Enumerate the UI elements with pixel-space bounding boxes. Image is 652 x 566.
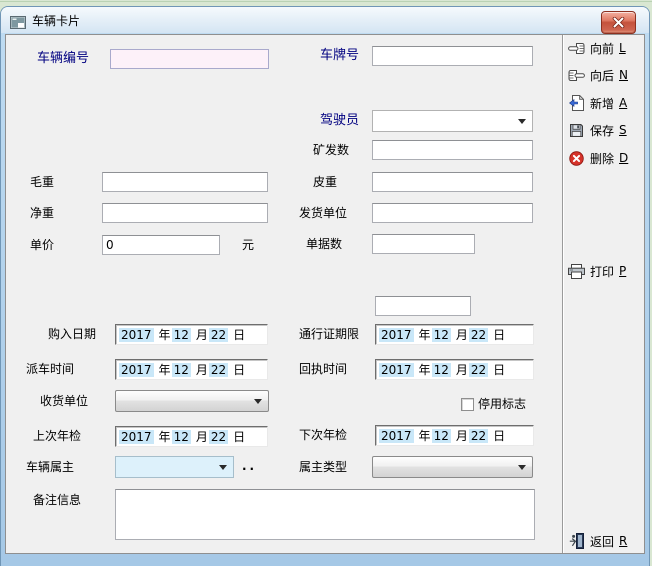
vehicle-owner-label: 车辆属主 [26,460,74,474]
backward-button-label: 向后 [590,67,614,84]
close-x-icon [611,17,626,28]
hand-point-right-icon [568,67,585,83]
last-inspection-label: 上次年检 [33,429,81,443]
forward-button[interactable]: 向前 L [568,37,648,59]
printer-icon [568,263,585,279]
receiving-unit-combobox[interactable] [115,390,269,412]
backward-button-shortcut: N [619,68,628,82]
vehicle-card-window: 车辆卡片 车辆编号 车牌号 驾驶员 矿发数 毛重 皮重 净重 发货单位 [0,6,650,566]
print-button[interactable]: 打印 P [568,260,648,282]
delete-button-shortcut: D [619,151,628,165]
hand-point-left-icon [568,40,585,56]
unit-price-label: 单价 [30,238,54,252]
return-button[interactable]: 返回 R [568,530,648,552]
dispatch-time-label: 派车时间 [26,362,74,376]
forward-button-label: 向前 [590,40,614,57]
plate-no-input[interactable] [372,46,533,66]
chevron-down-icon [518,465,526,470]
backward-button[interactable]: 向后 N [568,64,648,86]
vehicle-owner-combobox[interactable] [115,456,234,478]
doc-count-label: 单据数 [306,237,342,251]
vehicle-id-label: 车辆编号 [37,52,89,66]
form-icon [10,14,26,27]
receipt-time-label: 回执时间 [299,362,347,376]
add-new-button-shortcut: A [619,96,627,110]
vehicle-id-input[interactable] [110,49,269,69]
add-new-button[interactable]: 新增 A [568,92,648,114]
return-button-shortcut: R [619,534,627,548]
print-button-label: 打印 [590,263,614,280]
pass-period-field[interactable]: 2017年12月22日 [375,324,534,345]
driver-label: 驾驶员 [320,114,359,128]
disabled-flag-label: 停用标志 [478,397,526,411]
shipping-unit-input[interactable] [372,203,533,223]
background-grid-line [0,1,652,2]
sidebar-divider [562,35,564,553]
receipt-time-field[interactable]: 2017年12月22日 [375,359,534,380]
save-button[interactable]: 保存 S [568,119,648,141]
disabled-flag-checkbox[interactable] [461,398,474,411]
forward-button-shortcut: L [619,41,626,55]
last-inspection-field[interactable]: 2017年12月22日 [115,426,268,447]
delete-button-label: 删除 [590,150,614,167]
chevron-down-icon [518,119,526,124]
net-weight-label: 净重 [30,206,54,220]
save-button-label: 保存 [590,122,614,139]
save-button-shortcut: S [619,123,627,137]
form-client-area: 车辆编号 车牌号 驾驶员 矿发数 毛重 皮重 净重 发货单位 单价 元 单据数 … [5,34,645,554]
receiving-unit-label: 收货单位 [40,394,88,408]
exit-door-icon [568,533,585,549]
chevron-down-icon [219,465,227,470]
gross-weight-label: 毛重 [30,175,54,189]
new-document-icon [568,95,585,111]
doc-count-input[interactable] [372,234,475,254]
vehicle-owner-browse-button[interactable]: .. [242,459,257,473]
owner-type-label: 属主类型 [299,460,347,474]
next-inspection-label: 下次年检 [299,428,347,442]
mine-issue-input[interactable] [372,140,533,160]
window-title: 车辆卡片 [32,12,80,29]
tare-weight-input[interactable] [372,172,533,192]
dispatch-time-field[interactable]: 2017年12月22日 [115,359,268,380]
unit-price-unit-label: 元 [242,238,254,252]
purchase-date-label: 购入日期 [48,327,96,341]
print-button-shortcut: P [619,264,626,278]
floppy-save-icon [568,122,585,138]
owner-type-combobox[interactable] [372,456,533,478]
next-inspection-field[interactable]: 2017年12月22日 [375,425,534,446]
chevron-down-icon [254,399,262,404]
titlebar[interactable]: 车辆卡片 [1,7,649,33]
return-button-label: 返回 [590,533,614,550]
extra-input[interactable] [375,296,471,316]
shipping-unit-label: 发货单位 [299,206,347,220]
plate-no-label: 车牌号 [320,49,359,63]
mine-issue-label: 矿发数 [313,143,349,157]
remarks-label: 备注信息 [33,493,81,507]
driver-combobox[interactable] [372,110,533,132]
delete-x-icon [568,150,585,166]
net-weight-input[interactable] [102,203,268,223]
unit-price-input[interactable] [102,235,220,255]
tare-weight-label: 皮重 [313,175,337,189]
remarks-textarea[interactable] [115,489,535,540]
purchase-date-field[interactable]: 2017年12月22日 [115,324,268,345]
pass-period-label: 通行证期限 [299,327,359,341]
gross-weight-input[interactable] [102,172,268,192]
add-new-button-label: 新增 [590,95,614,112]
delete-button[interactable]: 删除 D [568,147,648,169]
close-button[interactable] [601,11,636,34]
